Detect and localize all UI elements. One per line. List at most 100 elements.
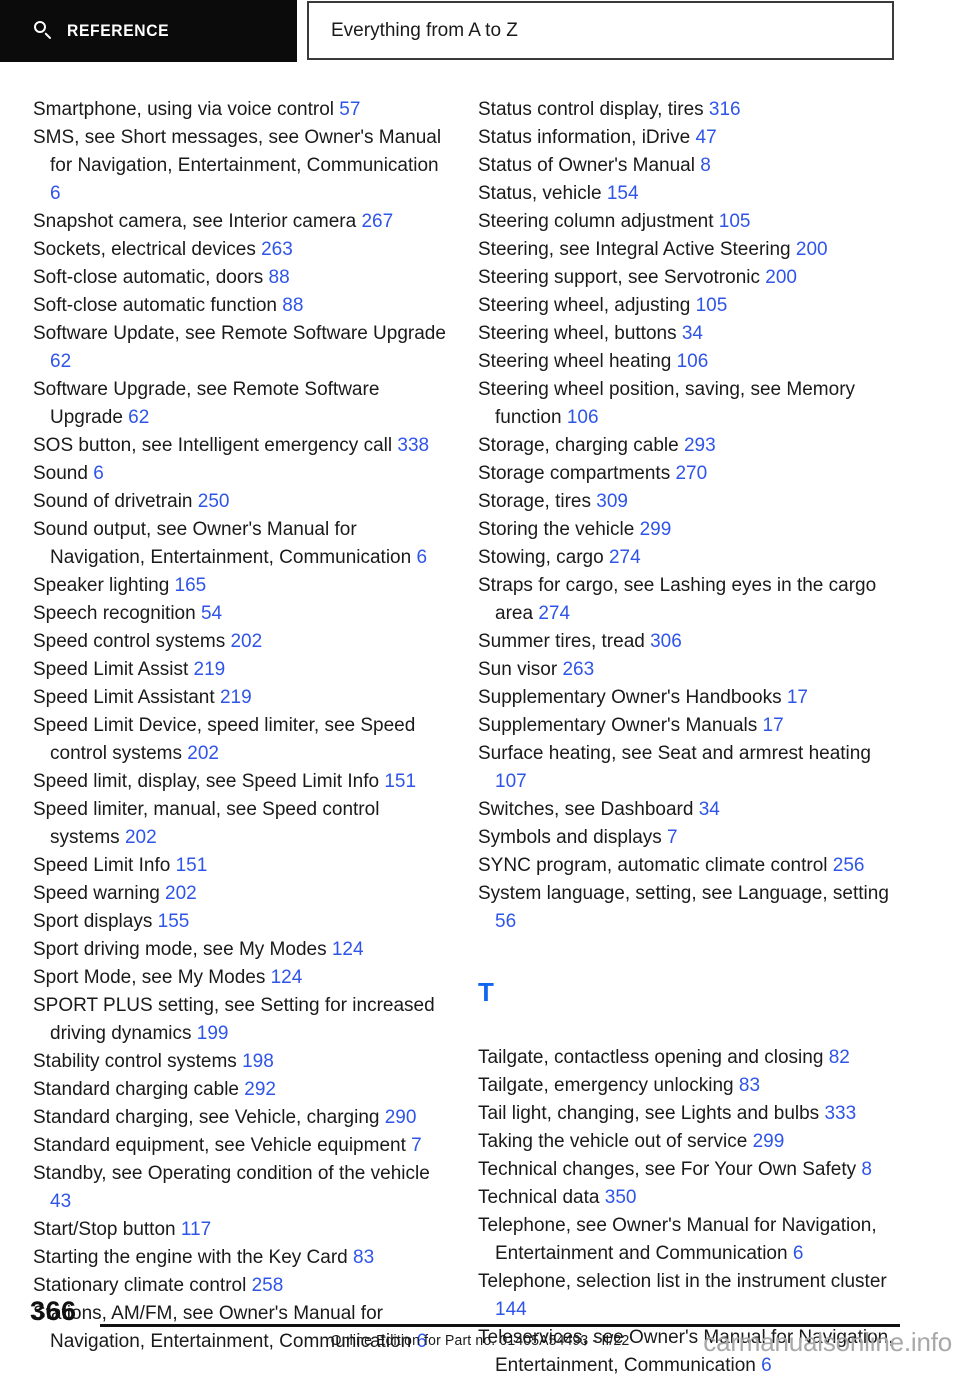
index-entry-page[interactable]: 17 (787, 687, 808, 708)
index-entry-page[interactable]: 290 (385, 1107, 417, 1128)
index-entry[interactable]: SMS, see Short messages, see Owner's Man… (33, 124, 451, 208)
index-entry[interactable]: Soft-close automatic function 88 (33, 292, 451, 320)
index-entry[interactable]: Surface heating, see Seat and armrest he… (478, 740, 903, 796)
index-entry[interactable]: Snapshot camera, see Interior camera 267 (33, 208, 451, 236)
index-entry-page[interactable]: 263 (562, 659, 594, 680)
index-entry[interactable]: Sound of drivetrain 250 (33, 488, 451, 516)
index-entry-page[interactable]: 200 (765, 267, 797, 288)
index-entry[interactable]: Speed warning 202 (33, 880, 451, 908)
index-entry[interactable]: Software Update, see Remote Software Upg… (33, 320, 451, 376)
index-entry-page[interactable]: 8 (861, 1159, 872, 1180)
index-entry-page[interactable]: 34 (699, 799, 720, 820)
index-entry[interactable]: Status control display, tires 316 (478, 96, 903, 124)
index-entry-page[interactable]: 107 (495, 771, 527, 792)
index-entry[interactable]: Status, vehicle 154 (478, 180, 903, 208)
index-entry[interactable]: Technical data 350 (478, 1184, 903, 1212)
index-entry[interactable]: System language, setting, see Language, … (478, 880, 903, 936)
index-entry[interactable]: Standard equipment, see Vehicle equipmen… (33, 1132, 451, 1160)
index-entry[interactable]: Smartphone, using via voice control 57 (33, 96, 451, 124)
index-entry[interactable]: SOS button, see Intelligent emergency ca… (33, 432, 451, 460)
index-entry-page[interactable]: 333 (824, 1103, 856, 1124)
index-entry-page[interactable]: 202 (230, 631, 262, 652)
index-entry[interactable]: Straps for cargo, see Lashing eyes in th… (478, 572, 903, 628)
index-entry-page[interactable]: 274 (538, 603, 570, 624)
index-entry[interactable]: Standby, see Operating condition of the … (33, 1160, 451, 1216)
index-entry[interactable]: Sound output, see Owner's Manual for Nav… (33, 516, 451, 572)
index-entry-page[interactable]: 6 (793, 1243, 804, 1264)
index-entry-page[interactable]: 219 (194, 659, 226, 680)
index-entry-page[interactable]: 219 (220, 687, 252, 708)
index-entry-page[interactable]: 105 (719, 211, 751, 232)
index-entry[interactable]: Status information, iDrive 47 (478, 124, 903, 152)
index-entry-page[interactable]: 270 (675, 463, 707, 484)
index-entry-page[interactable]: 62 (50, 351, 71, 372)
index-entry-page[interactable]: 338 (397, 435, 429, 456)
index-entry-page[interactable]: 299 (753, 1131, 785, 1152)
index-entry[interactable]: Symbols and displays 7 (478, 824, 903, 852)
index-entry[interactable]: SYNC program, automatic climate control … (478, 852, 903, 880)
index-entry-page[interactable]: 274 (609, 547, 641, 568)
index-entry[interactable]: Speed limiter, manual, see Speed control… (33, 796, 451, 852)
index-entry[interactable]: Steering wheel, adjusting 105 (478, 292, 903, 320)
index-entry-page[interactable]: 293 (684, 435, 716, 456)
index-entry[interactable]: Sockets, electrical devices 263 (33, 236, 451, 264)
index-entry[interactable]: Speed limit, display, see Speed Limit In… (33, 768, 451, 796)
index-entry[interactable]: Steering column adjustment 105 (478, 208, 903, 236)
index-entry-page[interactable]: 292 (244, 1079, 276, 1100)
index-entry[interactable]: Tailgate, emergency unlocking 83 (478, 1072, 903, 1100)
index-entry-page[interactable]: 124 (271, 967, 303, 988)
index-entry[interactable]: Technical changes, see For Your Own Safe… (478, 1156, 903, 1184)
index-entry[interactable]: Storing the vehicle 299 (478, 516, 903, 544)
index-entry[interactable]: Summer tires, tread 306 (478, 628, 903, 656)
index-entry-page[interactable]: 106 (567, 407, 599, 428)
index-entry[interactable]: Steering wheel position, saving, see Mem… (478, 376, 903, 432)
index-entry-page[interactable]: 34 (682, 323, 703, 344)
index-entry-page[interactable]: 6 (416, 547, 427, 568)
index-entry-page[interactable]: 250 (198, 491, 230, 512)
index-entry-page[interactable]: 82 (829, 1047, 850, 1068)
index-entry[interactable]: Starting the engine with the Key Card 83 (33, 1244, 451, 1272)
index-entry-page[interactable]: 83 (739, 1075, 760, 1096)
reference-tab[interactable]: REFERENCE (0, 0, 297, 62)
index-entry[interactable]: Speed Limit Info 151 (33, 852, 451, 880)
index-entry[interactable]: Sound 6 (33, 460, 451, 488)
index-entry[interactable]: Steering wheel, buttons 34 (478, 320, 903, 348)
index-entry[interactable]: Sport driving mode, see My Modes 124 (33, 936, 451, 964)
index-entry[interactable]: Speech recognition 54 (33, 600, 451, 628)
index-entry[interactable]: Stability control systems 198 (33, 1048, 451, 1076)
index-entry[interactable]: Status of Owner's Manual 8 (478, 152, 903, 180)
index-entry-page[interactable]: 202 (125, 827, 157, 848)
index-entry-page[interactable]: 198 (242, 1051, 274, 1072)
index-entry[interactable]: Steering, see Integral Active Steering 2… (478, 236, 903, 264)
index-entry-page[interactable]: 350 (605, 1187, 637, 1208)
index-entry-page[interactable]: 88 (282, 295, 303, 316)
index-entry[interactable]: Telephone, see Owner's Manual for Naviga… (478, 1212, 903, 1268)
index-entry[interactable]: Speed Limit Assistant 219 (33, 684, 451, 712)
index-entry[interactable]: Sport displays 155 (33, 908, 451, 936)
index-entry-page[interactable]: 165 (175, 575, 207, 596)
index-entry-page[interactable]: 299 (640, 519, 672, 540)
index-entry-page[interactable]: 267 (361, 211, 393, 232)
index-entry[interactable]: Tail light, changing, see Lights and bul… (478, 1100, 903, 1128)
index-entry-page[interactable]: 199 (197, 1023, 229, 1044)
index-entry-page[interactable]: 117 (181, 1219, 211, 1240)
index-entry-page[interactable]: 202 (165, 883, 197, 904)
index-entry-page[interactable]: 263 (261, 239, 293, 260)
index-entry[interactable]: Speaker lighting 165 (33, 572, 451, 600)
index-entry-page[interactable]: 105 (696, 295, 728, 316)
index-entry-page[interactable]: 6 (93, 463, 104, 484)
index-entry[interactable]: Supplementary Owner's Manuals 17 (478, 712, 903, 740)
index-entry-page[interactable]: 7 (667, 827, 678, 848)
index-entry-page[interactable]: 124 (332, 939, 364, 960)
index-entry[interactable]: Speed control systems 202 (33, 628, 451, 656)
index-entry[interactable]: Supplementary Owner's Handbooks 17 (478, 684, 903, 712)
index-entry[interactable]: Standard charging, see Vehicle, charging… (33, 1104, 451, 1132)
index-entry-page[interactable]: 106 (677, 351, 709, 372)
index-entry-page[interactable]: 7 (411, 1135, 422, 1156)
index-entry-page[interactable]: 43 (50, 1191, 71, 1212)
index-entry-page[interactable]: 154 (607, 183, 639, 204)
index-entry-page[interactable]: 200 (796, 239, 828, 260)
index-entry-page[interactable]: 47 (696, 127, 717, 148)
index-entry[interactable]: Stowing, cargo 274 (478, 544, 903, 572)
index-entry[interactable]: Standard charging cable 292 (33, 1076, 451, 1104)
